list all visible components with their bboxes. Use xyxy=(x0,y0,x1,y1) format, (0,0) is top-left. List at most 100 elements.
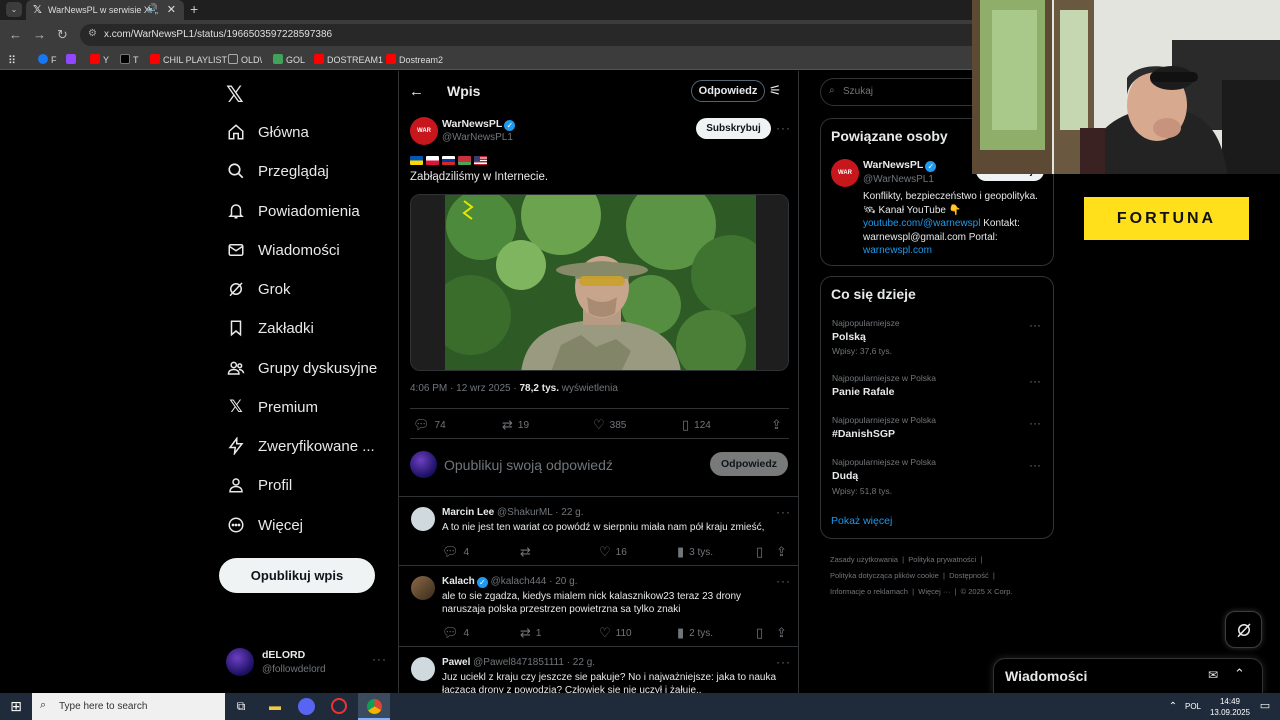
portal-link[interactable]: warnewspl.com xyxy=(863,245,932,256)
bookmark-item[interactable]: CHIL PLAYLIST xyxy=(150,54,227,65)
x-logo-icon[interactable]: 𝕏 xyxy=(226,82,244,108)
bookmark-item[interactable]: T xyxy=(120,54,139,65)
trend-item[interactable]: Najpopularniejsze Polską Wpisy: 37,6 tys… xyxy=(821,315,1053,356)
bookmark-item[interactable]: DOSTREAM1 xyxy=(314,54,383,65)
bookmark-folder[interactable]: OLD\ xyxy=(228,54,262,65)
nav-grok[interactable]: Grok xyxy=(226,274,291,304)
reply-more-icon[interactable]: ··· xyxy=(776,655,791,669)
bookmark-item[interactable]: Y xyxy=(90,54,109,65)
nav-more[interactable]: Więcej xyxy=(226,510,303,540)
bookmark-item[interactable]: Dostream2 xyxy=(386,54,443,65)
reply-action[interactable]: 💬︎ 4 xyxy=(442,625,469,641)
discord-icon[interactable] xyxy=(298,698,315,715)
reply-tweet[interactable]: Marcin Lee @ShakurML · 22 g. ··· A to ni… xyxy=(399,497,798,565)
windows-start-icon[interactable]: ⊞ xyxy=(6,697,26,716)
bookmark-item[interactable]: GOL xyxy=(273,54,305,65)
reload-icon[interactable]: ↻ xyxy=(57,27,68,43)
youtube-link[interactable]: youtube.com/@warnewspl xyxy=(863,218,980,229)
share-action[interactable]: ⇪ xyxy=(771,417,782,433)
nav-premium[interactable]: 𝕏 Premium xyxy=(226,392,318,422)
trend-item[interactable]: Najpopularniejsze w Polska Dudą Wpisy: 5… xyxy=(821,455,1053,503)
repost-action[interactable]: ⇄ 1 xyxy=(520,625,541,641)
author-handle[interactable]: @WarNewsPL1 xyxy=(442,132,513,143)
views-action[interactable]: ▮ 3 tys. xyxy=(677,544,713,560)
close-tab-icon[interactable]: ✕ xyxy=(167,3,176,16)
bookmark-action[interactable]: ▯ 124 xyxy=(682,417,711,433)
views-action[interactable]: ▮ 2 tys. xyxy=(677,625,713,641)
repost-action[interactable]: ⇄ 19 xyxy=(502,417,529,433)
forward-icon[interactable]: → xyxy=(33,27,46,42)
clock[interactable]: 14:49 13.09.2025 xyxy=(1208,696,1252,718)
taskbar-search[interactable]: ⌕ Type here to search xyxy=(32,693,225,720)
obs-icon[interactable] xyxy=(331,698,347,714)
like-action[interactable]: ♡ 16 xyxy=(599,544,627,560)
browser-tab[interactable]: 𝕏 WarNewsPL w serwisie X: „ 🔊 ✕ xyxy=(26,0,184,20)
fortuna-ad[interactable]: FORTUNA xyxy=(1084,197,1249,240)
trend-item[interactable]: Najpopularniejsze w Polska #DanishSGP ··… xyxy=(821,413,1053,453)
share-action[interactable]: ⇪ xyxy=(776,625,787,641)
related-name[interactable]: WarNewsPL ✓ xyxy=(863,159,937,172)
like-action[interactable]: ♡ 110 xyxy=(599,625,632,641)
site-info-icon[interactable]: ⚙ xyxy=(88,28,97,39)
bookmark-action[interactable]: ▯ xyxy=(756,625,763,641)
trend-more-icon[interactable]: ··· xyxy=(1029,318,1041,332)
compose-reply-button[interactable]: Odpowiedz xyxy=(710,452,788,476)
footer-link[interactable]: Polityka dotycząca plików cookie xyxy=(830,571,939,580)
nav-bookmarks[interactable]: Zakładki xyxy=(226,313,314,343)
reply-more-icon[interactable]: ··· xyxy=(776,505,791,519)
chrome-taskbar-item[interactable] xyxy=(358,693,390,720)
trend-more-icon[interactable]: ··· xyxy=(1029,416,1041,430)
footer-link[interactable]: Dostępność xyxy=(949,571,989,580)
audio-icon[interactable]: 🔊 xyxy=(147,3,158,14)
trend-item[interactable]: Najpopularniejsze w Polska Panie Rafale … xyxy=(821,371,1053,411)
reply-action[interactable]: 💬︎ 4 xyxy=(442,544,469,560)
file-explorer-icon[interactable]: ▬ xyxy=(265,697,285,716)
reply-more-icon[interactable]: ··· xyxy=(776,574,791,588)
author-avatar[interactable]: WAR xyxy=(410,117,438,145)
language-indicator[interactable]: POL xyxy=(1185,702,1201,711)
tray-chevron-icon[interactable]: ⌃ xyxy=(1163,697,1183,716)
back-arrow-icon[interactable]: ← xyxy=(409,83,424,100)
nav-communities[interactable]: Grupy dyskusyjne xyxy=(226,353,377,383)
trend-more-icon[interactable]: ··· xyxy=(1029,458,1041,472)
reply-tweet[interactable]: Kalach ✓ @kalach444 · 20 g. ··· ale to si… xyxy=(399,566,798,646)
share-action[interactable]: ⇪ xyxy=(776,544,787,560)
post-more-icon[interactable]: ··· xyxy=(776,121,791,135)
apps-icon[interactable]: ⠿ xyxy=(8,54,16,67)
nav-notifications[interactable]: Powiadomienia xyxy=(226,196,360,226)
account-switcher[interactable]: dELORD @followdelord ··· xyxy=(226,646,396,682)
bookmark-item[interactable] xyxy=(66,54,79,65)
footer-link[interactable]: Informacje o reklamach xyxy=(830,587,908,596)
footer-link[interactable]: Polityka prywatności xyxy=(908,555,976,564)
notifications-icon[interactable]: ▭ xyxy=(1255,697,1275,716)
reply-input[interactable]: Opublikuj swoją odpowiedź xyxy=(444,457,613,473)
repost-action[interactable]: ⇄ xyxy=(520,544,536,560)
reply-action[interactable]: 💬︎ 74 xyxy=(413,417,446,433)
more-icon[interactable]: ··· xyxy=(372,652,387,666)
sliders-icon[interactable]: ⚟ xyxy=(769,82,782,99)
messages-drawer[interactable]: Wiadomości ✉ ⌃ xyxy=(993,658,1263,693)
nav-verified-orgs[interactable]: Zweryfikowane ... xyxy=(226,431,375,461)
tab-list-button[interactable]: ⌄ xyxy=(6,2,22,17)
task-view-icon[interactable]: ⧉ xyxy=(231,697,251,716)
new-tab-button[interactable]: + xyxy=(190,1,198,17)
subscribe-button[interactable]: Subskrybuj xyxy=(696,118,771,139)
post-video[interactable] xyxy=(410,194,789,371)
reply-tweet[interactable]: Pawel @Pawel8471851111 · 22 g. ··· Juz u… xyxy=(399,647,798,693)
back-icon[interactable]: ← xyxy=(9,27,22,42)
footer-link[interactable]: Więcej ··· xyxy=(918,587,950,596)
post-button[interactable]: Opublikuj wpis xyxy=(219,558,375,593)
bookmark-item[interactable]: F xyxy=(38,54,57,65)
footer-link[interactable]: Zasady użytkowania xyxy=(830,555,898,564)
like-action[interactable]: ♡ 385 xyxy=(593,417,626,433)
show-more-link[interactable]: Pokaż więcej xyxy=(831,515,892,527)
trend-more-icon[interactable]: ··· xyxy=(1029,374,1041,388)
nav-home[interactable]: Główna xyxy=(226,117,309,147)
bookmark-action[interactable]: ▯ xyxy=(756,544,763,560)
author-name[interactable]: WarNewsPL ✓ xyxy=(442,118,516,131)
related-avatar[interactable]: WAR xyxy=(831,159,859,187)
expand-icon[interactable]: ⌃ xyxy=(1234,666,1245,682)
new-message-icon[interactable]: ✉ xyxy=(1208,668,1218,682)
nav-profile[interactable]: Profil xyxy=(226,470,292,500)
nav-messages[interactable]: Wiadomości xyxy=(226,235,340,265)
